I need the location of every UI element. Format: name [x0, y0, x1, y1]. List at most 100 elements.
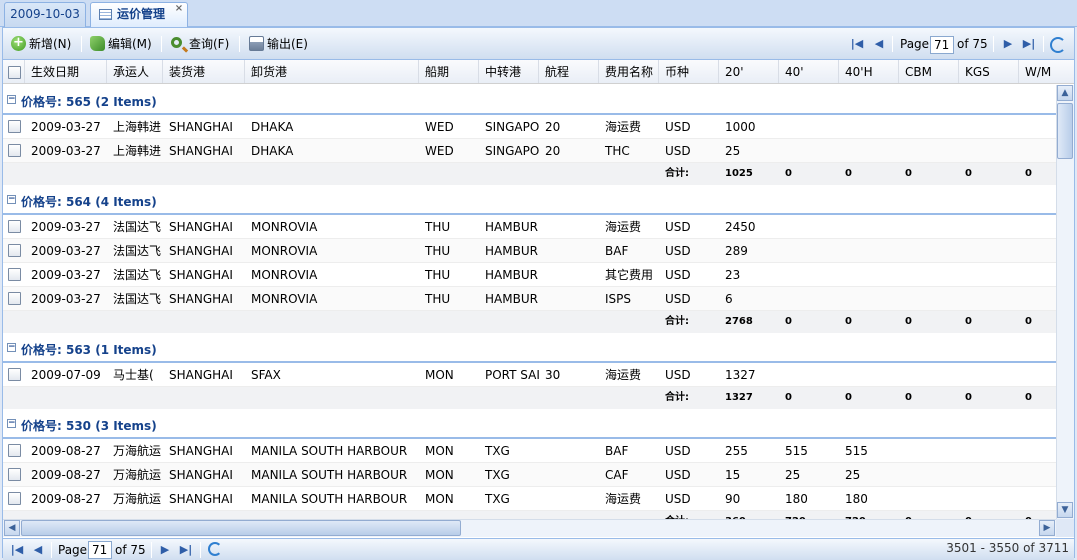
scroll-left-arrow[interactable]: ◀ [4, 520, 20, 536]
table-row[interactable]: 2009-08-27 万海航运 SHANGHAI MANILA SOUTH HARBO… [3, 463, 1056, 487]
row-checkbox[interactable] [8, 268, 21, 281]
group-header[interactable]: − 价格号: 563 (1 Items) [3, 333, 1056, 363]
tab-freight-management[interactable]: 运价管理 × [90, 2, 188, 28]
table-cell [899, 363, 959, 387]
table-cell: MON [425, 492, 454, 506]
horizontal-scroll-thumb[interactable] [21, 520, 461, 536]
column-header[interactable]: 航程 [539, 60, 599, 83]
table-row[interactable]: 2009-03-27 上海韩进 SHANGHAI DHAKA WED SINGAPO 20 T… [3, 139, 1056, 163]
table-row[interactable]: 2009-03-27 法国达飞 SHANGHAI MONROVIA THU HAMBUR 海… [3, 215, 1056, 239]
row-checkbox[interactable] [8, 120, 21, 133]
last-page-button[interactable]: ▶| [1021, 36, 1037, 52]
table-cell: MON [425, 468, 454, 482]
add-button[interactable]: + 新增(N) [9, 35, 71, 53]
row-checkbox[interactable] [8, 220, 21, 233]
divider [200, 542, 201, 558]
row-checkbox[interactable] [8, 144, 21, 157]
prev-page-button[interactable]: ◀ [30, 542, 46, 558]
table-cell [539, 215, 599, 239]
table-cell: MONROVIA [251, 292, 318, 306]
group-label: 价格号: 530 (3 Items) [21, 419, 157, 433]
summary-value: 0 [965, 392, 972, 403]
page-number-input[interactable]: 71 [930, 36, 954, 54]
collapse-icon[interactable]: − [7, 195, 16, 204]
table-cell: SHANGHAI [169, 468, 233, 482]
divider [239, 36, 240, 52]
first-page-button[interactable]: |◀ [849, 36, 865, 52]
table-cell: 25 [725, 144, 741, 158]
table-cell [539, 463, 599, 487]
column-header[interactable]: CBM [899, 60, 959, 83]
group-label: 价格号: 564 (4 Items) [21, 195, 157, 209]
column-header[interactable]: 20' [719, 60, 779, 83]
column-header[interactable]: 生效日期 [25, 60, 107, 83]
table-cell: TXG [485, 468, 510, 482]
table-row[interactable]: 2009-08-27 万海航运 SHANGHAI MANILA SOUTH HARBO… [3, 439, 1056, 463]
refresh-icon[interactable] [208, 542, 222, 556]
column-header[interactable]: 40' [779, 60, 839, 83]
scroll-right-arrow[interactable]: ▶ [1039, 520, 1055, 536]
last-page-button[interactable]: ▶| [178, 542, 194, 558]
export-button[interactable]: 输出(E) [247, 35, 308, 53]
table-row[interactable]: 2009-03-27 法国达飞 SHANGHAI MONROVIA THU HAMBUR B… [3, 239, 1056, 263]
row-checkbox[interactable] [8, 292, 21, 305]
group-header[interactable]: − 价格号: 565 (2 Items) [3, 85, 1056, 115]
row-checkbox[interactable] [8, 368, 21, 381]
group-header[interactable]: − 价格号: 530 (3 Items) [3, 409, 1056, 439]
group-header[interactable]: − 价格号: 564 (4 Items) [3, 185, 1056, 215]
table-cell: BAF [605, 244, 629, 258]
column-header[interactable]: 卸货港 [245, 60, 419, 83]
scroll-down-arrow[interactable]: ▼ [1057, 502, 1073, 518]
summary-value: 0 [959, 511, 1019, 519]
column-header[interactable]: W/M [1019, 60, 1074, 83]
table-row[interactable]: 2009-03-27 法国达飞 SHANGHAI MONROVIA THU HAMBUR 其… [3, 263, 1056, 287]
tab-date[interactable]: 2009-10-03 [4, 2, 86, 27]
query-button[interactable]: 查询(F) [169, 35, 229, 53]
add-button-label: 新增(N) [29, 37, 72, 51]
table-row[interactable]: 2009-03-27 上海韩进 SHANGHAI DHAKA WED SINGAPO 20 海… [3, 115, 1056, 139]
select-all-checkbox[interactable] [8, 66, 21, 79]
edit-button[interactable]: 编辑(M) [88, 35, 152, 53]
refresh-icon[interactable] [1050, 37, 1066, 53]
column-header[interactable]: 装货港 [163, 60, 245, 83]
prev-page-button[interactable]: ◀ [871, 36, 887, 52]
collapse-icon[interactable]: − [7, 95, 16, 104]
table-row[interactable]: 2009-03-27 法国达飞 SHANGHAI MONROVIA THU HAMBUR I… [3, 287, 1056, 311]
table-cell [1019, 139, 1056, 163]
table-row[interactable]: 2009-07-09 马士基(SHANGHAI SFAX MON PORT SAI 30 海… [3, 363, 1056, 387]
row-checkbox[interactable] [8, 444, 21, 457]
column-header[interactable]: KGS [959, 60, 1019, 83]
scroll-up-arrow[interactable]: ▲ [1057, 85, 1073, 101]
edit-button-label: 编辑(M) [108, 37, 152, 51]
collapse-icon[interactable]: − [7, 419, 16, 428]
table-cell: USD [665, 244, 691, 258]
row-checkbox[interactable] [8, 468, 21, 481]
vertical-scroll-thumb[interactable] [1057, 103, 1073, 159]
table-cell: 25 [845, 468, 861, 482]
header-select-all[interactable] [3, 60, 25, 83]
table-cell: 海运费 [605, 368, 642, 382]
table-cell: 23 [725, 268, 741, 282]
close-icon[interactable]: × [174, 4, 184, 14]
column-header[interactable]: 中转港 [479, 60, 539, 83]
next-page-button[interactable]: ▶ [157, 542, 173, 558]
column-header[interactable]: 承运人 [107, 60, 163, 83]
tab-bar: 2009-10-03 运价管理 × [0, 0, 1077, 28]
table-cell: HAMBUR [485, 244, 538, 258]
table-cell: MANILA SOUTH HARBOUR [251, 468, 408, 482]
collapse-icon[interactable]: − [7, 343, 16, 352]
row-checkbox[interactable] [8, 244, 21, 257]
column-header[interactable]: 费用名称 [599, 60, 659, 83]
next-page-button[interactable]: ▶ [1000, 36, 1016, 52]
table-row[interactable]: 2009-08-27 万海航运 SHANGHAI MANILA SOUTH HARBO… [3, 487, 1056, 511]
page-number-input[interactable]: 71 [88, 541, 112, 559]
table-cell: SFAX [251, 368, 281, 382]
table-cell [1019, 439, 1056, 463]
summary-value: 2768 [725, 316, 753, 327]
table-cell [899, 115, 959, 139]
first-page-button[interactable]: |◀ [9, 542, 25, 558]
column-header[interactable]: 币种 [659, 60, 719, 83]
column-header[interactable]: 40'H [839, 60, 899, 83]
row-checkbox[interactable] [8, 492, 21, 505]
column-header[interactable]: 船期 [419, 60, 479, 83]
